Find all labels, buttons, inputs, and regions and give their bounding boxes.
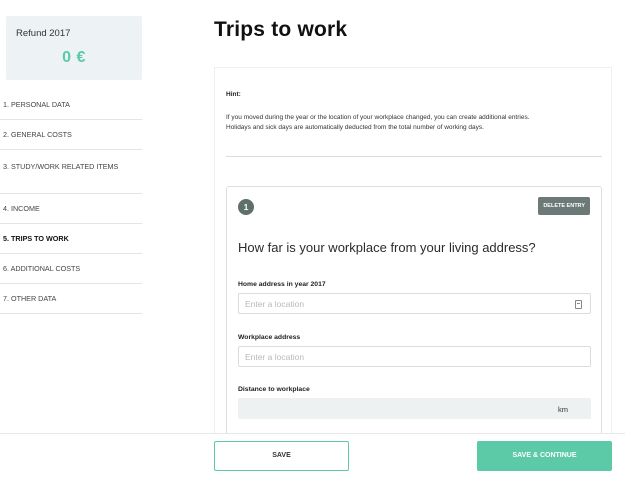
step-navigation: 1. PERSONAL DATA 2. GENERAL COSTS 3. STU… (0, 90, 142, 314)
workplace-address-label: Workplace address (238, 334, 301, 341)
hint-text: If you moved during the year or the loca… (226, 113, 601, 132)
refund-title: Refund 2017 (16, 28, 71, 39)
workplace-address-input[interactable]: Enter a location (238, 346, 591, 367)
entry-question: How far is your workplace from your livi… (238, 240, 536, 255)
trip-entry: 1 DELETE ENTRY How far is your workplace… (226, 186, 602, 448)
location-icon[interactable] (575, 300, 582, 309)
home-address-placeholder: Enter a location (245, 299, 305, 309)
delete-entry-button[interactable]: DELETE ENTRY (538, 197, 590, 215)
sidebar: Refund 2017 0 € 1. PERSONAL DATA 2. GENE… (0, 0, 142, 477)
hint-line: If you moved during the year or the loca… (226, 114, 530, 121)
nav-item-study-work-items[interactable]: 3. STUDY/WORK RELATED ITEMS (0, 150, 142, 194)
footer-bar: SAVE SAVE & CONTINUE (0, 433, 625, 478)
refund-summary: Refund 2017 0 € (6, 16, 142, 80)
form-card: Hint: If you moved during the year or th… (214, 67, 612, 448)
workplace-address-placeholder: Enter a location (245, 352, 305, 362)
nav-item-trips-to-work[interactable]: 5. TRIPS TO WORK (0, 224, 142, 254)
distance-unit: km (558, 405, 568, 414)
hint-line: Holidays and sick days are automatically… (226, 123, 484, 131)
nav-item-additional-costs[interactable]: 6. ADDITIONAL COSTS (0, 254, 142, 284)
nav-item-income[interactable]: 4. INCOME (0, 194, 142, 224)
nav-item-other-data[interactable]: 7. OTHER DATA (0, 284, 142, 314)
distance-field: km (238, 398, 591, 419)
refund-amount: 0 € (62, 49, 86, 66)
save-button[interactable]: SAVE (214, 441, 349, 471)
hint-label: Hint: (226, 91, 241, 98)
nav-item-general-costs[interactable]: 2. GENERAL COSTS (0, 120, 142, 150)
home-address-input[interactable]: Enter a location (238, 293, 591, 314)
home-address-label: Home address in year 2017 (238, 281, 326, 288)
nav-item-personal-data[interactable]: 1. PERSONAL DATA (0, 90, 142, 120)
entry-number-badge: 1 (238, 199, 254, 215)
divider (226, 156, 602, 157)
distance-label: Distance to workplace (238, 386, 310, 393)
save-and-continue-button[interactable]: SAVE & CONTINUE (477, 441, 612, 471)
page-title: Trips to work (214, 18, 348, 41)
